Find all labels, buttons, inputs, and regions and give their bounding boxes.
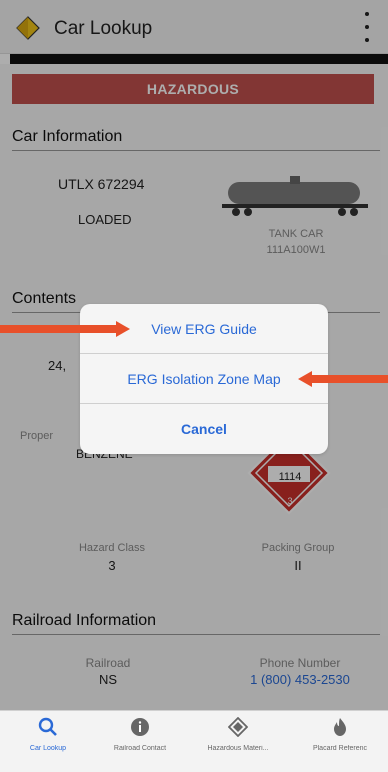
flame-icon	[334, 718, 346, 736]
tab-car-lookup[interactable]: Car Lookup	[8, 717, 88, 767]
hazmat-icon	[228, 717, 248, 737]
tab-label: Placard Referenc	[312, 745, 368, 752]
tab-label: Railroad Contact	[113, 745, 167, 752]
search-icon	[38, 717, 57, 736]
annotation-arrow-right-icon	[0, 321, 130, 337]
tab-hazardous-materials[interactable]: Hazardous Materi...	[198, 717, 278, 767]
phone-screen: Car Lookup HAZARDOUS Car Information UTL…	[0, 0, 388, 772]
bottom-tab-bar: Car Lookup Railroad Contact Hazardous Ma…	[0, 710, 388, 772]
tab-label: Car Lookup	[29, 745, 67, 752]
info-icon	[131, 718, 149, 736]
annotation-arrow-left-icon	[298, 371, 388, 387]
tab-placard-reference[interactable]: Placard Referenc	[300, 717, 380, 767]
erg-isolation-zone-map-button[interactable]: ERG Isolation Zone Map	[80, 354, 328, 404]
tab-railroad-contact[interactable]: Railroad Contact	[100, 717, 180, 767]
tab-label: Hazardous Materi...	[207, 745, 269, 752]
cancel-button[interactable]: Cancel	[80, 404, 328, 454]
